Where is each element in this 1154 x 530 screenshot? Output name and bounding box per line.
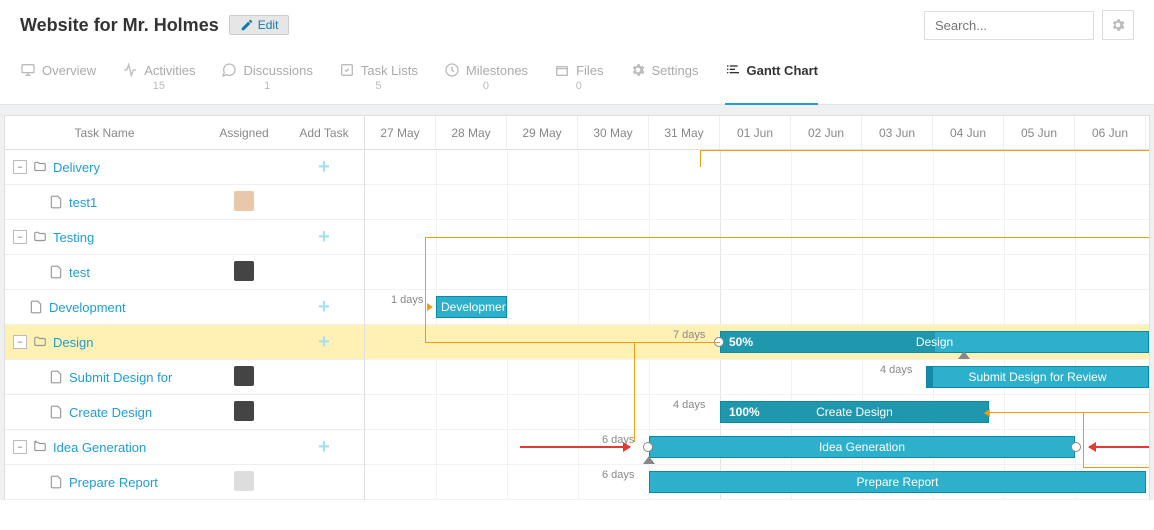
file-icon — [49, 265, 63, 279]
row-development[interactable]: Development + — [5, 290, 364, 325]
gantt-timeline[interactable]: 27 May 28 May 29 May 30 May 31 May 01 Ju… — [365, 116, 1149, 500]
dependency-line — [425, 237, 1149, 238]
dependency-line — [634, 342, 635, 442]
box-icon — [554, 62, 570, 78]
dependency-line — [425, 307, 426, 342]
row-test[interactable]: test — [5, 255, 364, 290]
dependency-line — [1083, 412, 1084, 467]
duration-label: 6 days — [602, 469, 634, 481]
bar-prepare[interactable]: Prepare Report — [649, 471, 1146, 493]
search-input[interactable] — [924, 11, 1094, 40]
row-design[interactable]: −Design + — [5, 325, 364, 360]
gantt-icon — [725, 62, 741, 78]
tab-tasklists[interactable]: Task Lists 5 — [339, 62, 418, 104]
tab-settings[interactable]: Settings — [630, 62, 699, 104]
add-task-icon[interactable]: + — [318, 331, 330, 353]
dependency-line — [700, 150, 1149, 151]
collapse-icon[interactable]: − — [13, 230, 27, 244]
collapse-icon[interactable]: − — [13, 160, 27, 174]
monitor-icon — [20, 62, 36, 78]
pencil-icon — [240, 18, 254, 32]
col-add-task: Add Task — [284, 126, 364, 140]
col-assigned: Assigned — [204, 126, 284, 140]
avatar[interactable] — [234, 261, 254, 281]
tabs-bar: Overview Activities 15 Discussions 1 Tas… — [0, 44, 1154, 105]
collapse-icon[interactable]: − — [13, 335, 27, 349]
folder-icon — [33, 230, 47, 244]
bar-development[interactable]: Developmen — [436, 296, 507, 318]
gear-icon — [1110, 17, 1126, 33]
row-test1[interactable]: test1 — [5, 185, 364, 220]
duration-label: 4 days — [880, 364, 912, 376]
annotation-arrow — [1089, 446, 1149, 448]
page-title: Website for Mr. Holmes — [20, 15, 219, 36]
dependency-line — [989, 412, 1149, 413]
row-delivery[interactable]: −Delivery + — [5, 150, 364, 185]
duration-label: 1 days — [391, 294, 423, 306]
row-testing[interactable]: −Testing + — [5, 220, 364, 255]
folder-icon — [33, 335, 47, 349]
date-header: 27 May 28 May 29 May 30 May 31 May 01 Ju… — [365, 116, 1149, 150]
dependency-arrow-icon — [427, 303, 433, 311]
checkbox-icon — [339, 62, 355, 78]
dependency-line — [425, 342, 720, 343]
clock-icon — [444, 62, 460, 78]
chat-icon — [221, 62, 237, 78]
tab-milestones[interactable]: Milestones 0 — [444, 62, 528, 104]
add-task-icon[interactable]: + — [318, 296, 330, 318]
edit-button[interactable]: Edit — [229, 15, 290, 35]
bar-idea[interactable]: Idea Generation — [649, 436, 1075, 458]
folder-icon — [33, 160, 47, 174]
tab-overview[interactable]: Overview — [20, 62, 96, 104]
dependency-line — [1083, 467, 1149, 468]
task-list-panel: Task Name Assigned Add Task −Delivery + … — [5, 116, 365, 500]
settings-button[interactable] — [1102, 10, 1134, 40]
avatar[interactable] — [234, 191, 254, 211]
duration-label: 7 days — [673, 329, 705, 341]
avatar[interactable] — [234, 401, 254, 421]
duration-label: 4 days — [673, 399, 705, 411]
tab-activities[interactable]: Activities 15 — [122, 62, 195, 104]
file-icon — [49, 475, 63, 489]
file-icon — [49, 370, 63, 384]
bar-create[interactable]: 100% Create Design — [720, 401, 989, 423]
bar-design[interactable]: 50% Design — [720, 331, 1149, 353]
avatar[interactable] — [234, 471, 254, 491]
row-submit[interactable]: Submit Design for — [5, 360, 364, 395]
file-icon — [49, 405, 63, 419]
gear-icon — [630, 62, 646, 78]
dependency-line — [425, 237, 426, 307]
dependency-line — [700, 150, 701, 167]
bar-submit[interactable]: Submit Design for Review — [926, 366, 1149, 388]
progress-marker[interactable] — [643, 456, 655, 464]
file-icon — [29, 300, 43, 314]
add-task-icon[interactable]: + — [318, 436, 330, 458]
file-icon — [49, 195, 63, 209]
folder-icon — [33, 440, 47, 454]
row-prepare[interactable]: Prepare Report — [5, 465, 364, 500]
avatar[interactable] — [234, 366, 254, 386]
progress-marker[interactable] — [958, 351, 970, 359]
collapse-icon[interactable]: − — [13, 440, 27, 454]
annotation-arrow — [520, 446, 630, 448]
add-task-icon[interactable]: + — [318, 156, 330, 178]
row-idea[interactable]: −Idea Generation + — [5, 430, 364, 465]
add-task-icon[interactable]: + — [318, 226, 330, 248]
tab-discussions[interactable]: Discussions 1 — [221, 62, 312, 104]
pulse-icon — [122, 62, 138, 78]
row-create[interactable]: Create Design — [5, 395, 364, 430]
tab-files[interactable]: Files 0 — [554, 62, 603, 104]
col-task-name: Task Name — [5, 126, 204, 140]
tab-gantt[interactable]: Gantt Chart — [725, 62, 819, 104]
edit-label: Edit — [258, 18, 279, 32]
